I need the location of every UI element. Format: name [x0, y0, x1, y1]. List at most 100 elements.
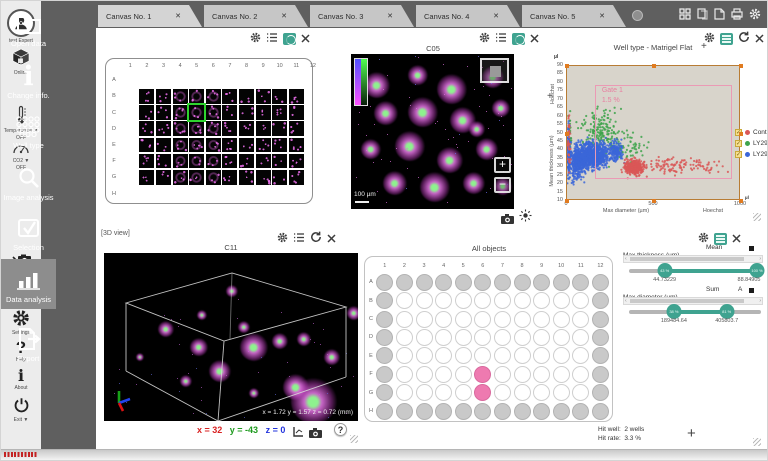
- well-thumb-C2[interactable]: [139, 105, 154, 120]
- well-C8[interactable]: [514, 311, 531, 328]
- well-A10[interactable]: [553, 274, 570, 291]
- well-E3[interactable]: [416, 347, 433, 364]
- well-thumb-B7[interactable]: [222, 89, 237, 104]
- well-E11[interactable]: [572, 347, 589, 364]
- zoom-out-button[interactable]: −: [494, 177, 511, 193]
- well-thumb-D7[interactable]: [222, 121, 237, 136]
- close-icon[interactable]: [301, 30, 310, 48]
- well-D4[interactable]: [435, 329, 452, 346]
- tab-close-icon[interactable]: ✕: [175, 12, 181, 20]
- brightness-icon[interactable]: [519, 209, 532, 227]
- well-thumb-E2[interactable]: [139, 138, 154, 153]
- well-thumb-F11[interactable]: [289, 154, 304, 169]
- well-D1[interactable]: [376, 329, 393, 346]
- tab-close-icon[interactable]: ✕: [493, 12, 499, 20]
- well-thumb-G3[interactable]: [156, 170, 171, 185]
- well-C4[interactable]: [435, 311, 452, 328]
- well-H2[interactable]: [396, 403, 413, 420]
- well-H12[interactable]: [592, 403, 609, 420]
- sidebar-item-data-analysis[interactable]: Data analysis: [1, 259, 56, 309]
- well-B12[interactable]: [592, 292, 609, 309]
- well-B4[interactable]: [435, 292, 452, 309]
- add-filter-button[interactable]: +: [687, 425, 696, 442]
- gear-icon[interactable]: [277, 230, 288, 248]
- well-C2[interactable]: [396, 311, 413, 328]
- well-G3[interactable]: [416, 384, 433, 401]
- well-E8[interactable]: [514, 347, 531, 364]
- well-D8[interactable]: [514, 329, 531, 346]
- well-thumb-B8[interactable]: [239, 89, 254, 104]
- well-thumb-G5[interactable]: [189, 170, 204, 185]
- well-thumb-G9[interactable]: [256, 170, 271, 185]
- well-D6[interactable]: [474, 329, 491, 346]
- legend-entry[interactable]: ✓LY294002 low: [735, 138, 768, 149]
- resize-grip[interactable]: [753, 213, 761, 221]
- well-thumb-B3[interactable]: [156, 89, 171, 104]
- well-G10[interactable]: [553, 384, 570, 401]
- snapshot-camera-icon[interactable]: [309, 425, 322, 443]
- well-E2[interactable]: [396, 347, 413, 364]
- well-thumb-D6[interactable]: [206, 121, 221, 136]
- well-D11[interactable]: [572, 329, 589, 346]
- well-A9[interactable]: [533, 274, 550, 291]
- well-H7[interactable]: [494, 403, 511, 420]
- copy-page-icon[interactable]: [697, 7, 708, 25]
- sidebar-item-export[interactable]: Export: [1, 316, 56, 366]
- well-thumb-C3[interactable]: [156, 105, 171, 120]
- well-thumb-F6[interactable]: [206, 154, 221, 169]
- close-icon[interactable]: [327, 230, 336, 248]
- close-icon[interactable]: [530, 30, 539, 48]
- well-H5[interactable]: [455, 403, 472, 420]
- well-thumb-B4[interactable]: [173, 89, 188, 104]
- unit-select[interactable]: A: [738, 286, 742, 293]
- well-F3[interactable]: [416, 366, 433, 383]
- well-G2[interactable]: [396, 384, 413, 401]
- list-view-icon[interactable]: [720, 33, 733, 45]
- colorbar-lut[interactable]: [354, 58, 368, 106]
- well-F6[interactable]: [474, 366, 491, 383]
- resize-grip[interactable]: [753, 438, 761, 446]
- tab-canvas-5[interactable]: Canvas No. 5✕: [522, 5, 626, 27]
- tab-canvas-1[interactable]: Canvas No. 1✕: [98, 5, 202, 27]
- well-thumb-G4[interactable]: [173, 170, 188, 185]
- well-A4[interactable]: [435, 274, 452, 291]
- well-B2[interactable]: [396, 292, 413, 309]
- well-thumb-D4[interactable]: [173, 121, 188, 136]
- well-A7[interactable]: [494, 274, 511, 291]
- legend-entry[interactable]: ✓LY294002 high: [735, 149, 768, 160]
- well-thumb-E11[interactable]: [289, 138, 304, 153]
- well-B11[interactable]: [572, 292, 589, 309]
- well-G4[interactable]: [435, 384, 452, 401]
- well-D2[interactable]: [396, 329, 413, 346]
- well-thumb-E8[interactable]: [239, 138, 254, 153]
- well-E9[interactable]: [533, 347, 550, 364]
- view3d-image[interactable]: x = 1.72 y = 1.57 z = 0.72 (mm): [104, 253, 358, 421]
- aggregation-select[interactable]: Sum: [706, 286, 719, 293]
- well-thumb-F8[interactable]: [239, 154, 254, 169]
- scatter-plot-area[interactable]: Gate 1 1.5 %: [566, 65, 740, 200]
- well-F5[interactable]: [455, 366, 472, 383]
- tab-close-icon[interactable]: ✕: [387, 12, 393, 20]
- tab-close-icon[interactable]: ✕: [599, 12, 605, 20]
- well-thumb-F5[interactable]: [189, 154, 204, 169]
- tab-canvas-3[interactable]: Canvas No. 3✕: [310, 5, 414, 27]
- well-D12[interactable]: [592, 329, 609, 346]
- image-view-icon[interactable]: [283, 33, 296, 45]
- range-handle-high[interactable]: 81 %: [719, 304, 734, 319]
- well-F12[interactable]: [592, 366, 609, 383]
- sidebar-item-selection[interactable]: Selection: [1, 209, 56, 255]
- well-thumb-C7[interactable]: [222, 105, 237, 120]
- well-A8[interactable]: [514, 274, 531, 291]
- legend-checkbox[interactable]: ✓: [735, 140, 742, 147]
- well-E10[interactable]: [553, 347, 570, 364]
- well-C1[interactable]: [376, 311, 393, 328]
- aggregation-select[interactable]: Mean: [706, 244, 722, 251]
- well-A3[interactable]: [416, 274, 433, 291]
- well-B3[interactable]: [416, 292, 433, 309]
- range-handle-high[interactable]: 100 %: [750, 263, 765, 278]
- tab-canvas-4[interactable]: Canvas No. 4✕: [416, 5, 520, 27]
- well-C7[interactable]: [494, 311, 511, 328]
- well-D5[interactable]: [455, 329, 472, 346]
- sidebar-item-well-type[interactable]: Well type: [1, 107, 56, 153]
- tab-canvas-2[interactable]: Canvas No. 2✕: [204, 5, 308, 27]
